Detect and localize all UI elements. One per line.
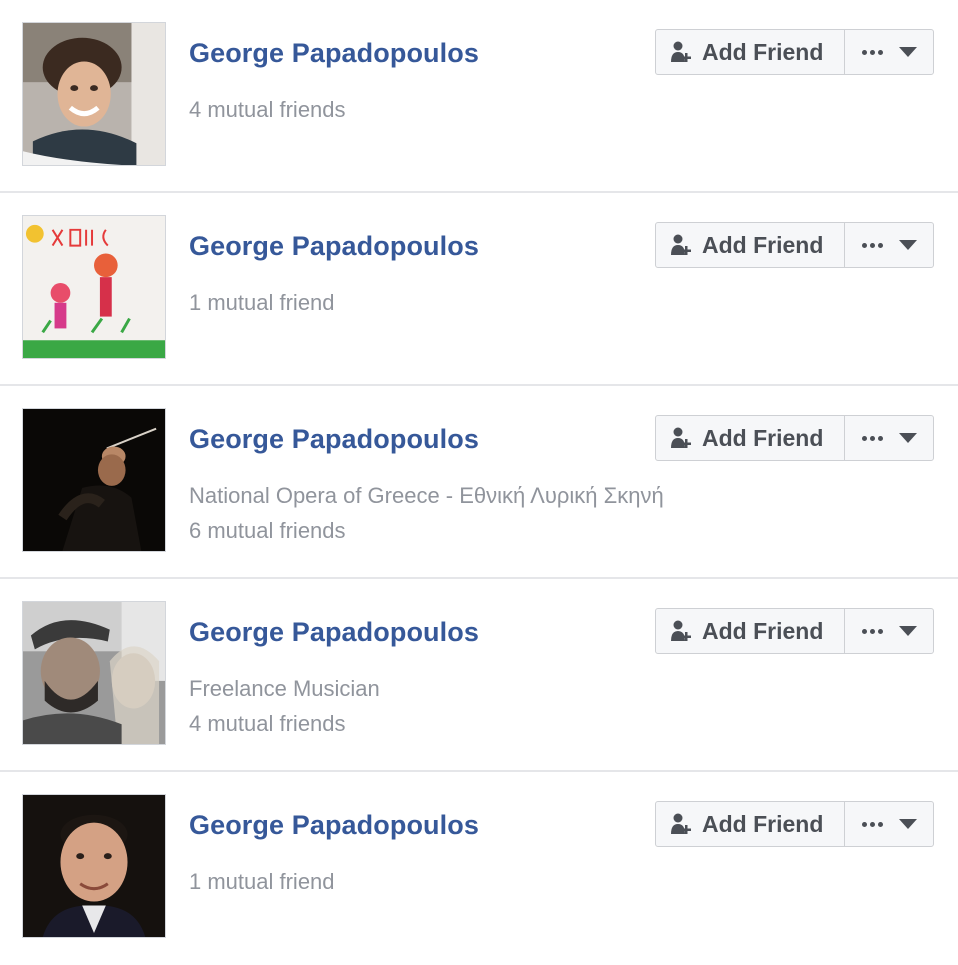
person-meta: 4 mutual friends bbox=[189, 92, 346, 127]
chevron-down-icon bbox=[898, 433, 917, 443]
person-meta: National Opera of Greece - Εθνική Λυρική… bbox=[189, 478, 664, 548]
chevron-down-icon bbox=[898, 47, 917, 57]
result-row: George Papadopoulos 1 mutual friend Add … bbox=[0, 772, 958, 965]
person-name-link[interactable]: George Papadopoulos bbox=[189, 231, 479, 262]
add-friend-label: Add Friend bbox=[702, 424, 824, 451]
person-meta: 1 mutual friend bbox=[189, 285, 335, 320]
add-friend-label: Add Friend bbox=[702, 38, 824, 65]
more-options-button[interactable] bbox=[844, 609, 933, 653]
person-name-link[interactable]: George Papadopoulos bbox=[189, 810, 479, 841]
result-row: George Papadopoulos National Opera of Gr… bbox=[0, 386, 958, 579]
friend-actions: Add Friend bbox=[655, 801, 934, 847]
result-row: George Papadopoulos 4 mutual friends Add… bbox=[0, 0, 958, 193]
add-friend-button[interactable]: Add Friend bbox=[656, 223, 844, 267]
more-options-button[interactable] bbox=[844, 416, 933, 460]
result-row: George Papadopoulos Freelance Musician 4… bbox=[0, 579, 958, 772]
add-friend-icon bbox=[671, 813, 691, 834]
more-dots-icon bbox=[861, 49, 883, 55]
profile-photo-couple-selfie-icon bbox=[23, 602, 165, 744]
profile-photo[interactable] bbox=[22, 215, 166, 359]
chevron-down-icon bbox=[898, 626, 917, 636]
friend-actions: Add Friend bbox=[655, 222, 934, 268]
mutual-friends-text[interactable]: 1 mutual friend bbox=[189, 864, 335, 899]
friend-actions: Add Friend bbox=[655, 415, 934, 461]
more-options-button[interactable] bbox=[844, 802, 933, 846]
occupation-text[interactable]: Freelance Musician bbox=[189, 671, 380, 706]
person-meta: 1 mutual friend bbox=[189, 864, 335, 899]
more-options-button[interactable] bbox=[844, 223, 933, 267]
profile-photo-conductor-icon bbox=[23, 409, 165, 551]
more-dots-icon bbox=[861, 435, 883, 441]
add-friend-button[interactable]: Add Friend bbox=[656, 802, 844, 846]
more-dots-icon bbox=[861, 628, 883, 634]
add-friend-icon bbox=[671, 427, 691, 448]
more-dots-icon bbox=[861, 242, 883, 248]
add-friend-label: Add Friend bbox=[702, 810, 824, 837]
person-meta: Freelance Musician 4 mutual friends bbox=[189, 671, 380, 741]
add-friend-label: Add Friend bbox=[702, 617, 824, 644]
add-friend-icon bbox=[671, 620, 691, 641]
friend-search-results: George Papadopoulos 4 mutual friends Add… bbox=[0, 0, 958, 960]
profile-photo[interactable] bbox=[22, 794, 166, 938]
mutual-friends-text[interactable]: 1 mutual friend bbox=[189, 285, 335, 320]
person-name-link[interactable]: George Papadopoulos bbox=[189, 617, 479, 648]
friend-actions: Add Friend bbox=[655, 29, 934, 75]
workplace-text[interactable]: National Opera of Greece - Εθνική Λυρική… bbox=[189, 478, 664, 513]
add-friend-label: Add Friend bbox=[702, 231, 824, 258]
add-friend-button[interactable]: Add Friend bbox=[656, 30, 844, 74]
friend-actions: Add Friend bbox=[655, 608, 934, 654]
chevron-down-icon bbox=[898, 819, 917, 829]
result-row: George Papadopoulos 1 mutual friend Add … bbox=[0, 193, 958, 386]
more-options-button[interactable] bbox=[844, 30, 933, 74]
add-friend-button[interactable]: Add Friend bbox=[656, 416, 844, 460]
profile-photo-man-portrait-icon bbox=[23, 795, 165, 937]
profile-photo-young-man-scarf-icon bbox=[23, 23, 165, 165]
profile-photo[interactable] bbox=[22, 408, 166, 552]
mutual-friends-text[interactable]: 6 mutual friends bbox=[189, 513, 664, 548]
more-dots-icon bbox=[861, 821, 883, 827]
profile-photo[interactable] bbox=[22, 22, 166, 166]
mutual-friends-text[interactable]: 4 mutual friends bbox=[189, 92, 346, 127]
chevron-down-icon bbox=[898, 240, 917, 250]
profile-photo[interactable] bbox=[22, 601, 166, 745]
add-friend-icon bbox=[671, 41, 691, 62]
person-name-link[interactable]: George Papadopoulos bbox=[189, 424, 479, 455]
profile-photo-child-drawing-icon bbox=[23, 216, 165, 358]
person-name-link[interactable]: George Papadopoulos bbox=[189, 38, 479, 69]
add-friend-icon bbox=[671, 234, 691, 255]
add-friend-button[interactable]: Add Friend bbox=[656, 609, 844, 653]
mutual-friends-text[interactable]: 4 mutual friends bbox=[189, 706, 380, 741]
